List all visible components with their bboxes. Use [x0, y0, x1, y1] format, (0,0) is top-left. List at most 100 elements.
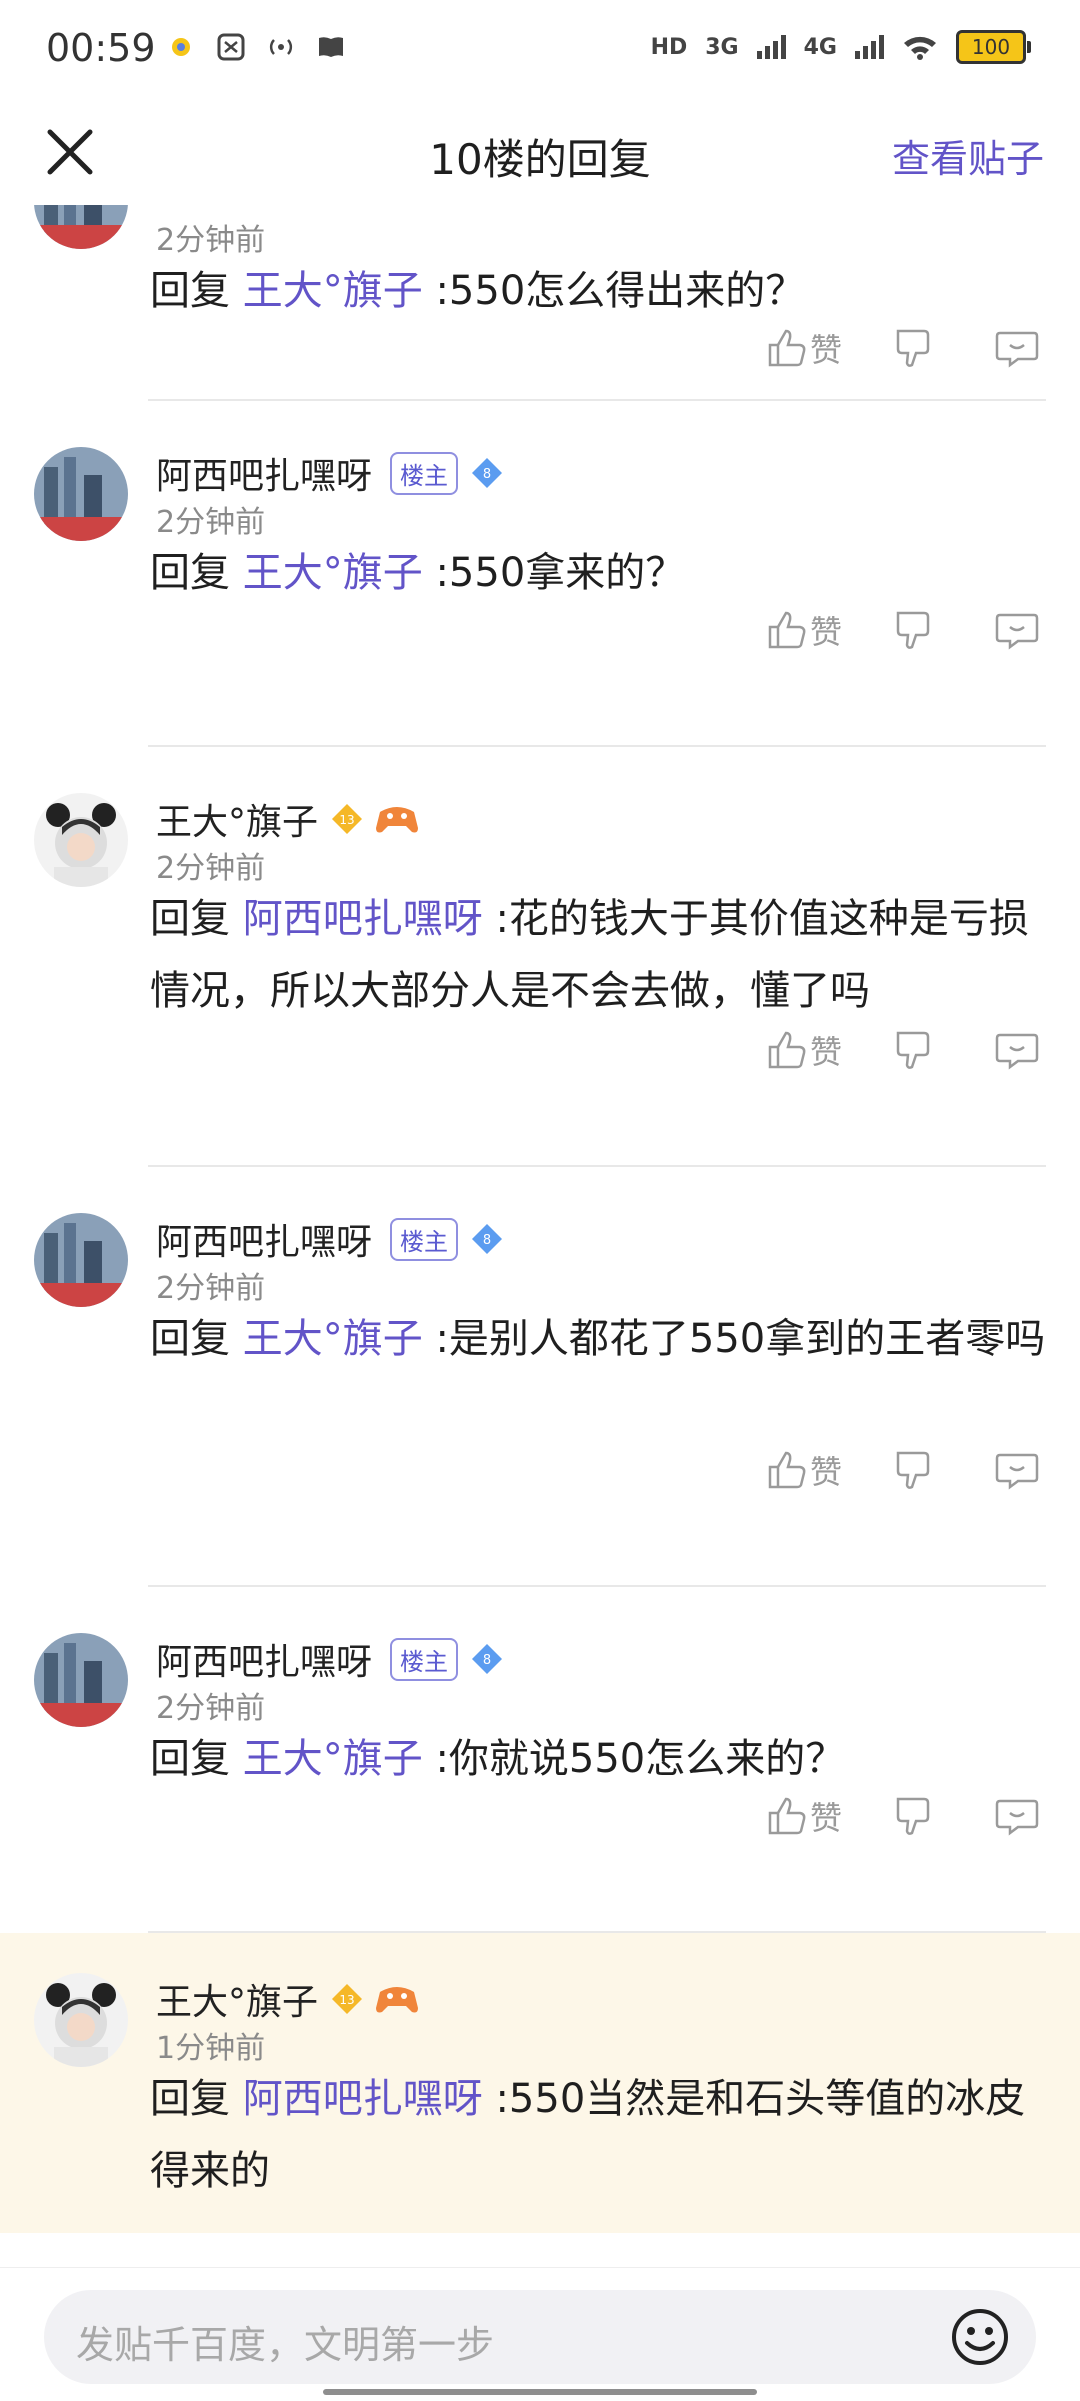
- reply-time: 2分钟前: [156, 851, 266, 886]
- username[interactable]: 阿西吧扎嘿呀: [156, 447, 372, 499]
- reply-time: 2分钟前: [156, 223, 266, 258]
- like-button[interactable]: 赞: [764, 1447, 842, 1493]
- svg-text:8: 8: [483, 1233, 491, 1248]
- reply-actions: 赞: [764, 325, 1040, 371]
- reply-time: 2分钟前: [156, 1691, 266, 1726]
- username[interactable]: 王大°旗子: [156, 793, 318, 845]
- reply-item: 阿西吧扎嘿呀 楼主 8 2分钟前 回复 王大°旗子 :550拿来的？ 赞: [0, 401, 1080, 747]
- mention-link[interactable]: 王大°旗子: [243, 1316, 423, 1362]
- comment-icon[interactable]: [994, 1447, 1040, 1493]
- username[interactable]: 阿西吧扎嘿呀: [156, 1633, 372, 1685]
- thumb-up-icon: [768, 1031, 806, 1069]
- level-diamond-icon: 8: [472, 1644, 503, 1674]
- svg-text:8: 8: [483, 467, 491, 482]
- username[interactable]: 王大°旗子: [156, 1973, 318, 2025]
- mention-link[interactable]: 王大°旗子: [243, 1736, 423, 1782]
- thumb-up-icon: [768, 1797, 806, 1835]
- level-diamond-icon: 13: [332, 1984, 363, 2014]
- reply-prefix: 回复: [150, 2076, 230, 2122]
- reply-input-bar: 发贴千百度，文明第一步: [0, 2267, 1080, 2401]
- reply-item: 阿西吧扎嘿呀 楼主 8 2分钟前 回复 王大°旗子 :是别人都花了550拿到的王…: [0, 1167, 1080, 1587]
- svg-text:8: 8: [483, 1653, 491, 1668]
- reply-text: :550怎么得出来的？: [435, 268, 806, 314]
- comment-icon[interactable]: [994, 607, 1040, 653]
- wifi-icon: [904, 36, 936, 60]
- like-button[interactable]: 赞: [764, 607, 842, 653]
- reply-item-highlighted: 王大°旗子 13 1分钟前 回复 阿西吧扎嘿呀 :550当然是和石头等值的冰皮得…: [0, 1933, 1080, 2233]
- hotspot-icon: [265, 32, 297, 62]
- reply-input[interactable]: 发贴千百度，文明第一步: [44, 2290, 1036, 2384]
- hd-label: HD: [650, 34, 688, 60]
- status-right: HD 3G 4G 100: [650, 30, 1031, 64]
- username-row: 阿西吧扎嘿呀 楼主 8: [156, 447, 504, 499]
- reply-item: 王大°旗子 13 2分钟前 回复 阿西吧扎嘿呀 :花的钱大于其价值这种是亏损情况…: [0, 747, 1080, 1167]
- reply-text: :你就说550怎么来的？: [435, 1736, 846, 1782]
- reply-item: 2分钟前 回复 王大°旗子 :550怎么得出来的？ 赞: [0, 205, 1080, 401]
- net2-label: 4G: [803, 34, 837, 60]
- reply-content: 回复 王大°旗子 :是别人都花了550拿到的王者零吗: [150, 1303, 1050, 1375]
- like-button[interactable]: 赞: [764, 1793, 842, 1839]
- thumb-down-icon[interactable]: [892, 607, 938, 653]
- home-indicator[interactable]: [323, 2389, 757, 2395]
- reply-prefix: 回复: [150, 1736, 230, 1782]
- battery-icon: 100: [956, 30, 1031, 64]
- avatar[interactable]: [34, 205, 128, 249]
- like-button[interactable]: 赞: [764, 1027, 842, 1073]
- emoji-icon[interactable]: [950, 2307, 1010, 2367]
- notification-icons: [165, 32, 347, 62]
- signal-icon: [855, 35, 884, 59]
- like-label: 赞: [809, 613, 842, 651]
- app-notification-icon: [165, 32, 197, 62]
- owner-badge: 楼主: [390, 1217, 459, 1261]
- owner-badge: 楼主: [390, 1637, 459, 1681]
- mention-link[interactable]: 王大°旗子: [243, 268, 423, 314]
- reply-list[interactable]: 2分钟前 回复 王大°旗子 :550怎么得出来的？ 赞 阿西吧扎嘿呀 楼主 8 …: [0, 205, 1080, 2267]
- avatar[interactable]: [34, 793, 128, 887]
- reply-prefix: 回复: [150, 550, 230, 596]
- thumb-up-icon: [768, 1451, 806, 1489]
- reply-item: 阿西吧扎嘿呀 楼主 8 2分钟前 回复 王大°旗子 :你就说550怎么来的？ 赞: [0, 1587, 1080, 1933]
- reply-actions: 赞: [764, 607, 1040, 653]
- reply-actions: 赞: [764, 1447, 1040, 1493]
- comment-icon[interactable]: [994, 1027, 1040, 1073]
- book-icon: [315, 32, 347, 62]
- like-label: 赞: [809, 1453, 842, 1491]
- net1-label: 3G: [705, 34, 739, 60]
- comment-icon[interactable]: [994, 325, 1040, 371]
- thumb-up-icon: [768, 611, 806, 649]
- avatar[interactable]: [34, 1633, 128, 1727]
- username[interactable]: 阿西吧扎嘿呀: [156, 1213, 372, 1265]
- mention-link[interactable]: 阿西吧扎嘿呀: [243, 896, 483, 942]
- reply-actions: 赞: [764, 1027, 1040, 1073]
- game-controller-icon: [376, 807, 419, 833]
- reply-content: 回复 王大°旗子 :你就说550怎么来的？: [150, 1723, 1050, 1795]
- reply-time: 1分钟前: [156, 2031, 266, 2066]
- reply-prefix: 回复: [150, 896, 230, 942]
- avatar[interactable]: [34, 447, 128, 541]
- like-button[interactable]: 赞: [764, 325, 842, 371]
- level-diamond-icon: 8: [472, 1224, 503, 1254]
- screenshot-icon: [215, 32, 247, 62]
- comment-icon[interactable]: [994, 1793, 1040, 1839]
- status-bar: 00:59 HD 3G 4G 100: [0, 0, 1080, 100]
- mention-link[interactable]: 王大°旗子: [243, 550, 423, 596]
- avatar[interactable]: [34, 1973, 128, 2067]
- thumb-down-icon[interactable]: [892, 1447, 938, 1493]
- reply-time: 2分钟前: [156, 1271, 266, 1306]
- reply-content: 回复 王大°旗子 :550怎么得出来的？: [150, 255, 1050, 327]
- like-label: 赞: [809, 331, 842, 369]
- svg-text:13: 13: [339, 1993, 354, 2007]
- like-label: 赞: [809, 1033, 842, 1071]
- avatar[interactable]: [34, 1213, 128, 1307]
- reply-prefix: 回复: [150, 1316, 230, 1362]
- svg-text:13: 13: [339, 813, 354, 827]
- thumb-down-icon[interactable]: [892, 1027, 938, 1073]
- signal-icon: [756, 35, 786, 59]
- view-post-link[interactable]: 查看贴子: [892, 128, 1044, 183]
- username-row: 阿西吧扎嘿呀 楼主 8: [156, 1633, 504, 1685]
- mention-link[interactable]: 阿西吧扎嘿呀: [243, 2076, 483, 2122]
- status-time: 00:59: [46, 26, 156, 70]
- thumb-up-icon: [768, 329, 806, 367]
- thumb-down-icon[interactable]: [892, 325, 938, 371]
- thumb-down-icon[interactable]: [892, 1793, 938, 1839]
